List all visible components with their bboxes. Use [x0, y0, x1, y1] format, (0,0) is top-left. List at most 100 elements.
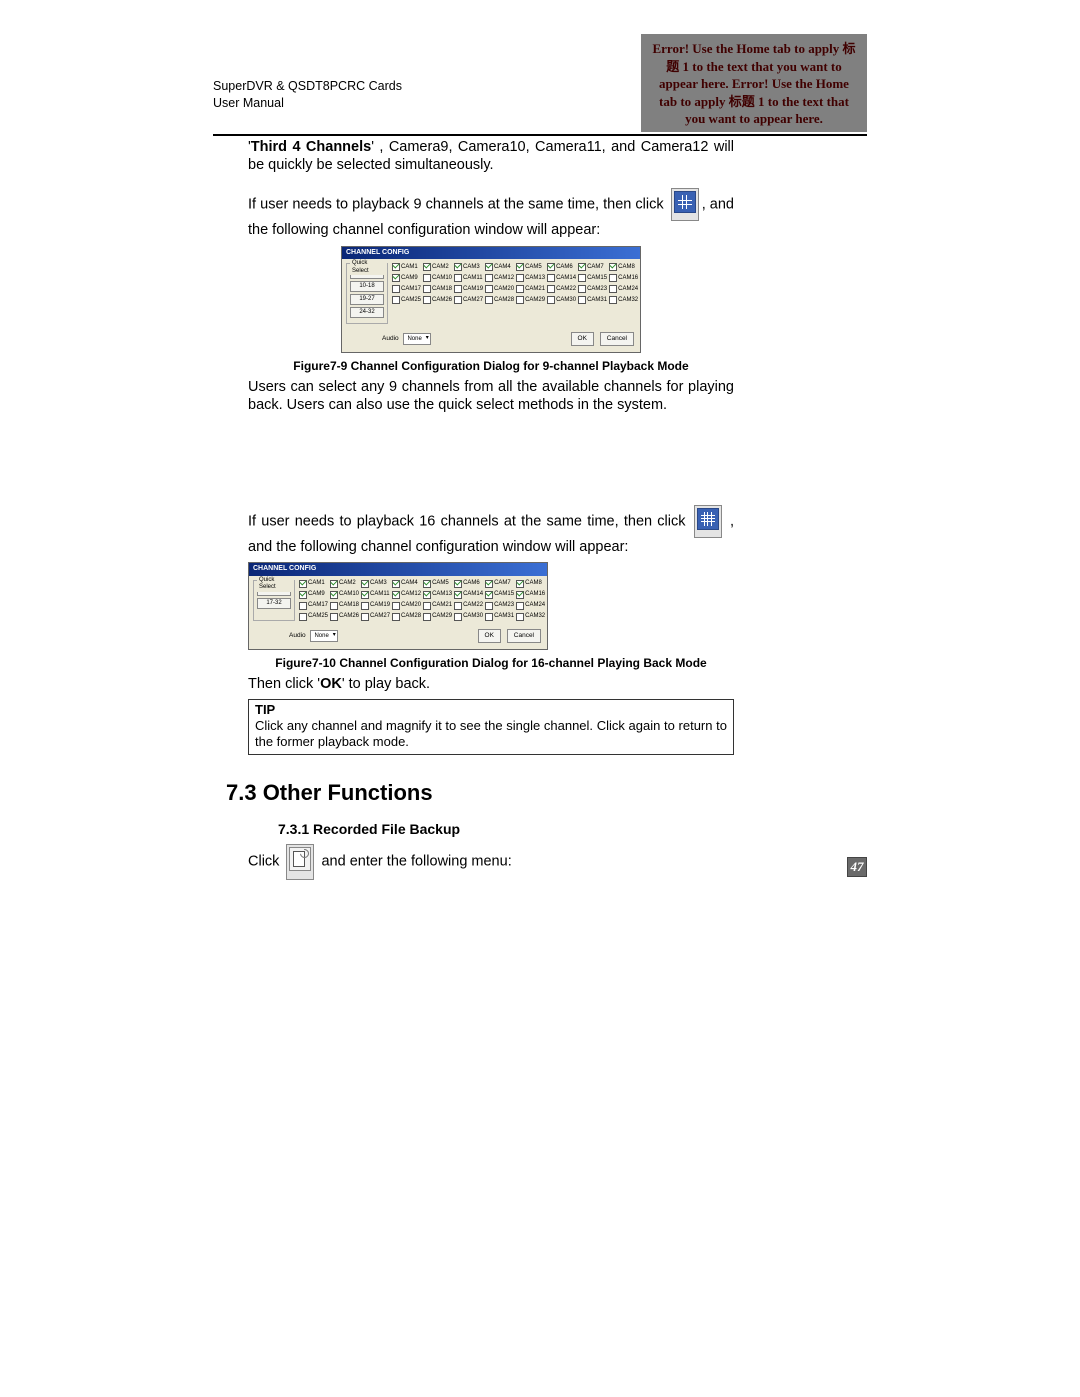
dialog9-ok-button[interactable]: OK [571, 332, 594, 346]
checkbox-icon[interactable] [516, 580, 524, 588]
dialog9-cam15[interactable]: CAM15 [578, 274, 607, 282]
checkbox-icon[interactable] [578, 274, 586, 282]
dialog16-cam20[interactable]: CAM20 [392, 602, 421, 610]
dialog9-cam25[interactable]: CAM25 [392, 296, 421, 304]
checkbox-icon[interactable] [423, 602, 431, 610]
dialog16-cam3[interactable]: CAM3 [361, 580, 390, 588]
checkbox-icon[interactable] [454, 285, 462, 293]
dialog16-cam15[interactable]: CAM15 [485, 591, 514, 599]
dialog16-cam16[interactable]: CAM16 [516, 591, 545, 599]
checkbox-icon[interactable] [454, 580, 462, 588]
dialog9-cam1[interactable]: CAM1 [392, 263, 421, 271]
checkbox-icon[interactable] [423, 296, 431, 304]
dialog9-cam10[interactable]: CAM10 [423, 274, 452, 282]
dialog9-cam8[interactable]: CAM8 [609, 263, 638, 271]
dialog16-cam19[interactable]: CAM19 [361, 602, 390, 610]
dialog9-cam18[interactable]: CAM18 [423, 285, 452, 293]
dialog9-cam3[interactable]: CAM3 [454, 263, 483, 271]
dialog16-cam6[interactable]: CAM6 [454, 580, 483, 588]
dialog16-cam17[interactable]: CAM17 [299, 602, 328, 610]
dialog16-cam32[interactable]: CAM32 [516, 613, 545, 621]
dialog16-cam31[interactable]: CAM31 [485, 613, 514, 621]
checkbox-icon[interactable] [485, 580, 493, 588]
dialog9-cam29[interactable]: CAM29 [516, 296, 545, 304]
dialog16-cam26[interactable]: CAM26 [330, 613, 359, 621]
dialog9-cam6[interactable]: CAM6 [547, 263, 576, 271]
checkbox-icon[interactable] [392, 296, 400, 304]
dialog16-cam5[interactable]: CAM5 [423, 580, 452, 588]
checkbox-icon[interactable] [392, 285, 400, 293]
checkbox-icon[interactable] [578, 285, 586, 293]
dialog9-cam19[interactable]: CAM19 [454, 285, 483, 293]
checkbox-icon[interactable] [485, 602, 493, 610]
checkbox-icon[interactable] [392, 591, 400, 599]
dialog16-cam13[interactable]: CAM13 [423, 591, 452, 599]
checkbox-icon[interactable] [454, 602, 462, 610]
checkbox-icon[interactable] [392, 580, 400, 588]
dialog9-cam13[interactable]: CAM13 [516, 274, 545, 282]
checkbox-icon[interactable] [299, 613, 307, 621]
grid-16-icon[interactable] [694, 505, 722, 538]
checkbox-icon[interactable] [454, 591, 462, 599]
checkbox-icon[interactable] [392, 274, 400, 282]
dialog16-cam24[interactable]: CAM24 [516, 602, 545, 610]
dialog9-cam4[interactable]: CAM4 [485, 263, 514, 271]
dialog16-cam29[interactable]: CAM29 [423, 613, 452, 621]
checkbox-icon[interactable] [516, 591, 524, 599]
dialog9-cancel-button[interactable]: Cancel [600, 332, 634, 346]
dialog9-cam24[interactable]: CAM24 [609, 285, 638, 293]
dialog9-cam11[interactable]: CAM11 [454, 274, 483, 282]
checkbox-icon[interactable] [516, 602, 524, 610]
dialog9-cam20[interactable]: CAM20 [485, 285, 514, 293]
checkbox-icon[interactable] [361, 602, 369, 610]
checkbox-icon[interactable] [609, 296, 617, 304]
checkbox-icon[interactable] [299, 602, 307, 610]
dialog16-cam7[interactable]: CAM7 [485, 580, 514, 588]
dialog9-quick-24-32[interactable]: 24-32 [350, 307, 384, 318]
checkbox-icon[interactable] [516, 263, 524, 271]
checkbox-icon[interactable] [485, 591, 493, 599]
checkbox-icon[interactable] [485, 285, 493, 293]
checkbox-icon[interactable] [454, 296, 462, 304]
checkbox-icon[interactable] [361, 591, 369, 599]
checkbox-icon[interactable] [578, 263, 586, 271]
checkbox-icon[interactable] [454, 263, 462, 271]
checkbox-icon[interactable] [392, 263, 400, 271]
checkbox-icon[interactable] [423, 580, 431, 588]
dialog9-cam28[interactable]: CAM28 [485, 296, 514, 304]
checkbox-icon[interactable] [392, 602, 400, 610]
dialog9-cam21[interactable]: CAM21 [516, 285, 545, 293]
grid-9-icon[interactable] [671, 188, 699, 221]
dialog9-cam9[interactable]: CAM9 [392, 274, 421, 282]
checkbox-icon[interactable] [485, 613, 493, 621]
checkbox-icon[interactable] [423, 263, 431, 271]
dialog16-cam21[interactable]: CAM21 [423, 602, 452, 610]
checkbox-icon[interactable] [423, 285, 431, 293]
file-backup-icon[interactable] [286, 844, 314, 879]
checkbox-icon[interactable] [485, 296, 493, 304]
checkbox-icon[interactable] [454, 613, 462, 621]
dialog16-cam25[interactable]: CAM25 [299, 613, 328, 621]
checkbox-icon[interactable] [423, 613, 431, 621]
dialog16-cam23[interactable]: CAM23 [485, 602, 514, 610]
dialog16-cam18[interactable]: CAM18 [330, 602, 359, 610]
checkbox-icon[interactable] [516, 613, 524, 621]
dialog9-cam23[interactable]: CAM23 [578, 285, 607, 293]
checkbox-icon[interactable] [423, 591, 431, 599]
dialog16-cam22[interactable]: CAM22 [454, 602, 483, 610]
dialog16-cam27[interactable]: CAM27 [361, 613, 390, 621]
checkbox-icon[interactable] [485, 263, 493, 271]
dialog16-cam8[interactable]: CAM8 [516, 580, 545, 588]
checkbox-icon[interactable] [609, 263, 617, 271]
dialog9-cam17[interactable]: CAM17 [392, 285, 421, 293]
dialog9-quick-10-18[interactable]: 10-18 [350, 281, 384, 292]
dialog9-cam7[interactable]: CAM7 [578, 263, 607, 271]
checkbox-icon[interactable] [454, 274, 462, 282]
dialog9-cam26[interactable]: CAM26 [423, 296, 452, 304]
dialog16-cancel-button[interactable]: Cancel [507, 629, 541, 643]
dialog9-cam2[interactable]: CAM2 [423, 263, 452, 271]
dialog16-quick-17-32[interactable]: 17-32 [257, 598, 291, 609]
checkbox-icon[interactable] [547, 285, 555, 293]
checkbox-icon[interactable] [299, 591, 307, 599]
dialog16-cam10[interactable]: CAM10 [330, 591, 359, 599]
